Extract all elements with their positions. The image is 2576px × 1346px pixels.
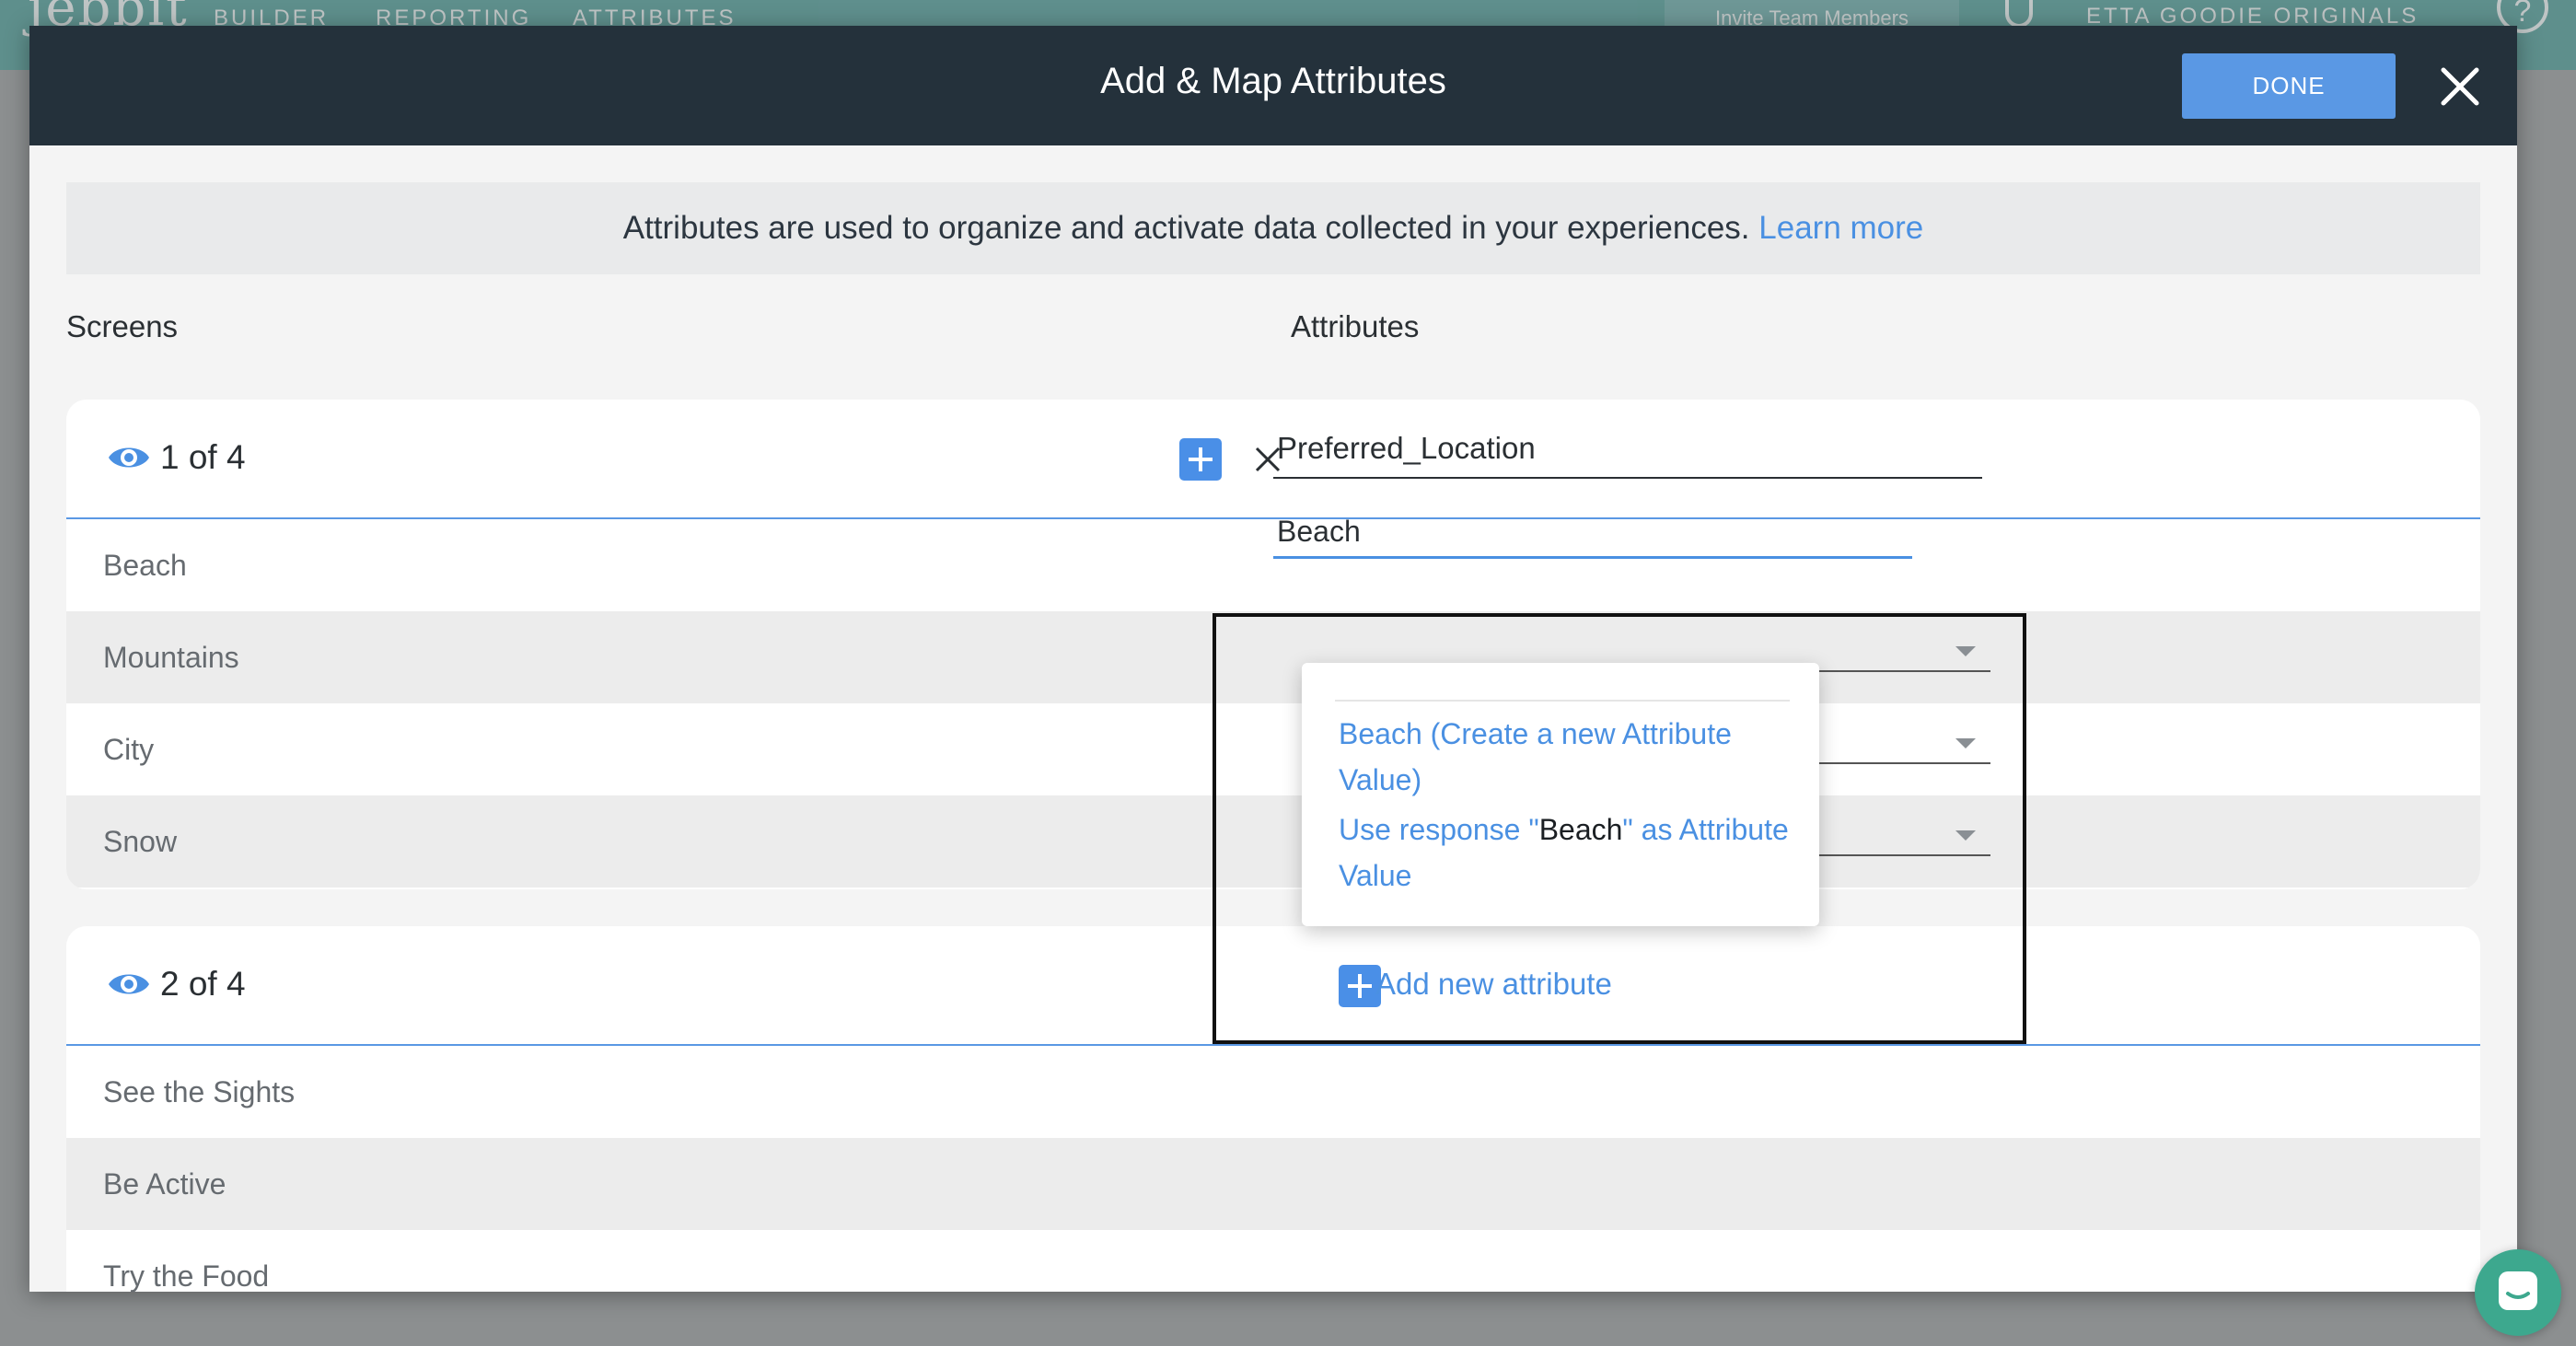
modal-body: Attributes are used to organize and acti… bbox=[29, 145, 2517, 1292]
chevron-down-icon bbox=[1955, 738, 1976, 748]
add-attribute-plus-icon[interactable] bbox=[1179, 438, 1222, 481]
chevron-down-icon bbox=[1955, 646, 1976, 656]
modal-title: Add & Map Attributes bbox=[1100, 61, 1446, 101]
attribute-name-input[interactable]: Preferred_Location bbox=[1273, 425, 1982, 479]
close-icon[interactable] bbox=[2434, 61, 2486, 112]
info-text: Attributes are used to organize and acti… bbox=[622, 210, 1750, 246]
divider bbox=[1335, 700, 1790, 702]
add-map-attributes-modal: Add & Map Attributes DONE Attributes are… bbox=[29, 26, 2517, 1292]
eye-icon[interactable] bbox=[107, 442, 151, 473]
screen-card-header: 1 of 4 Preferred_Location bbox=[66, 400, 2480, 519]
chevron-down-icon bbox=[1955, 830, 1976, 841]
attribute-value-suggestions: Beach (Create a new Attribute Value) Use… bbox=[1302, 663, 1819, 926]
info-banner: Attributes are used to organize and acti… bbox=[66, 182, 2480, 274]
option-text: Use response " bbox=[1339, 813, 1539, 846]
answer-row: Try the Food bbox=[103, 1259, 270, 1292]
learn-more-link[interactable]: Learn more bbox=[1758, 210, 1923, 246]
chat-launcher[interactable] bbox=[2475, 1249, 2561, 1336]
create-attribute-value-option[interactable]: Beach (Create a new Attribute Value) bbox=[1339, 711, 1790, 803]
eye-icon[interactable] bbox=[107, 969, 151, 1000]
done-button[interactable]: DONE bbox=[2182, 53, 2396, 119]
attribute-value-input[interactable]: Beach bbox=[1273, 511, 1912, 559]
option-highlight: Beach bbox=[1538, 813, 1623, 846]
attribute-value-select[interactable] bbox=[1806, 727, 1990, 764]
attribute-value-select[interactable] bbox=[1806, 635, 1990, 672]
attributes-column-header: Attributes bbox=[1291, 309, 1420, 343]
answer-row: See the Sights bbox=[103, 1075, 296, 1108]
use-response-option[interactable]: Use response "Beach" as Attribute Value bbox=[1339, 806, 1790, 899]
answer-row: Be Active bbox=[66, 1138, 2480, 1230]
screens-column-header: Screens bbox=[66, 309, 179, 343]
notification-bell-icon[interactable] bbox=[2005, 0, 2033, 28]
chat-icon bbox=[2499, 1271, 2537, 1310]
modal-header: Add & Map Attributes DONE bbox=[29, 26, 2517, 145]
screen-count: 2 of 4 bbox=[160, 965, 246, 1003]
attribute-value-select[interactable] bbox=[1806, 819, 1990, 856]
screen-count: 1 of 4 bbox=[160, 438, 246, 476]
